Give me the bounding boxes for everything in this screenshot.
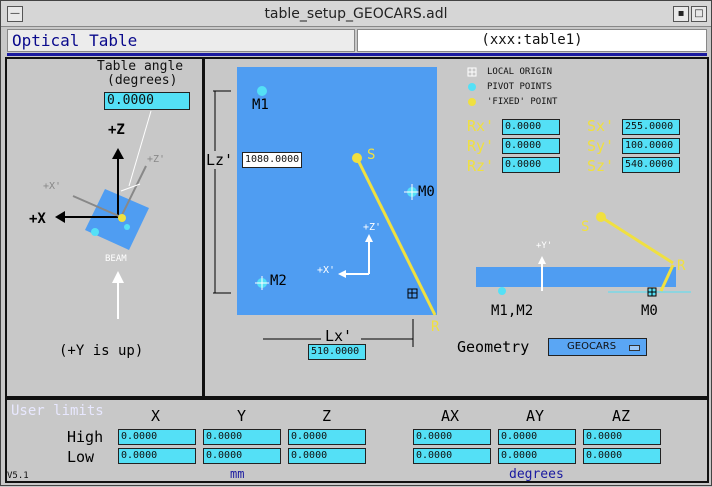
lz-field[interactable]: 1080.0000 (242, 152, 302, 168)
geometry-label: Geometry (457, 338, 530, 356)
m1-label: M1 (252, 97, 269, 113)
m2-label: M2 (270, 273, 287, 289)
sy-field[interactable]: 100.0000 (622, 138, 680, 154)
user-limits-title: User limits (11, 403, 104, 419)
s-label: S (367, 147, 376, 163)
rz-label: Rz' (467, 157, 495, 175)
legend-local-origin: LOCAL ORIGIN (487, 67, 553, 77)
unit-mm: mm (230, 467, 245, 481)
x-axis-arrow (55, 211, 65, 223)
angle-mark (120, 183, 141, 192)
lx-label: Lx' (325, 327, 353, 345)
side-m0-label: M0 (641, 303, 658, 319)
low-az-field[interactable]: 0.0000 (583, 448, 661, 464)
geometry-selected: GEOCARS (567, 341, 617, 352)
z-prime-arrow (365, 234, 373, 242)
sx-label: Sx' (587, 117, 615, 135)
high-y-field[interactable]: 0.0000 (203, 429, 281, 445)
legend-pivot-icon (468, 83, 476, 91)
sz-label: Sz' (587, 157, 615, 175)
angle-label-1: Table angle (97, 59, 184, 74)
sx-field[interactable]: 255.0000 (622, 119, 680, 135)
app-window: — table_setup_GEOCARS.adl ▪ □ Optical Ta… (0, 0, 712, 486)
version-label: V5.1 (7, 471, 29, 481)
col-az: AZ (612, 407, 631, 425)
left-pivot-1 (91, 228, 99, 236)
high-label: High (67, 428, 104, 446)
col-x: X (151, 407, 161, 425)
ry-field[interactable]: 0.0000 (502, 138, 560, 154)
angle-leader (128, 110, 152, 187)
rx-label: Rx' (467, 117, 495, 135)
side-s-label: S (581, 219, 590, 235)
plan-z-prime-label: +Z' (363, 222, 382, 233)
geometry-menu[interactable]: GEOCARS (548, 338, 647, 356)
r-label: R (431, 319, 440, 335)
left-pivot-2 (124, 224, 130, 230)
legend-fixed-icon (468, 98, 476, 106)
side-s-r-link (600, 215, 674, 265)
plan-x-prime-label: +X' (317, 265, 336, 276)
beam-arrow (112, 271, 124, 283)
rx-field[interactable]: 0.0000 (502, 119, 560, 135)
m1-pivot (257, 86, 267, 96)
angle-label-2: (degrees) (107, 73, 178, 88)
axis-z-prime-label: +Z' (147, 154, 166, 165)
s-fixed-point (352, 153, 362, 163)
axis-z-label: +Z (108, 122, 125, 138)
low-ax-field[interactable]: 0.0000 (413, 448, 491, 464)
left-fixed-point (118, 214, 126, 222)
m0-label: M0 (418, 184, 435, 200)
axis-x-prime-label: +X' (43, 181, 62, 192)
y-prime-arrow (538, 256, 546, 264)
table-angle-field[interactable]: 0.0000 (104, 92, 190, 110)
sy-label: Sy' (587, 137, 615, 155)
high-ax-field[interactable]: 0.0000 (413, 429, 491, 445)
low-y-field[interactable]: 0.0000 (203, 448, 281, 464)
col-y: Y (237, 407, 247, 425)
lx-field[interactable]: 510.0000 (308, 344, 366, 360)
x-prime-arrow (338, 270, 346, 278)
high-ay-field[interactable]: 0.0000 (498, 429, 576, 445)
unit-degrees: degrees (509, 467, 564, 482)
legend-pivot-points: PIVOT POINTS (487, 82, 553, 92)
low-x-field[interactable]: 0.0000 (118, 448, 196, 464)
side-r-m0-link (659, 264, 675, 292)
axis-x-label: +X (29, 211, 46, 227)
z-axis-arrow (112, 148, 124, 159)
side-m1m2-pivot (498, 287, 506, 295)
col-ax: AX (441, 407, 460, 425)
ry-label: Ry' (467, 137, 495, 155)
low-label: Low (67, 448, 95, 466)
side-m1m2-label: M1,M2 (491, 303, 534, 319)
side-r-label: R (677, 258, 686, 274)
beam-label: BEAM (105, 254, 127, 264)
lz-label: Lz' (206, 151, 234, 169)
low-z-field[interactable]: 0.0000 (288, 448, 366, 464)
col-ay: AY (526, 407, 545, 425)
rz-field[interactable]: 0.0000 (502, 157, 560, 173)
high-z-field[interactable]: 0.0000 (288, 429, 366, 445)
high-x-field[interactable]: 0.0000 (118, 429, 196, 445)
low-ay-field[interactable]: 0.0000 (498, 448, 576, 464)
side-s-point (596, 212, 606, 222)
side-y-prime-label: +Y' (536, 241, 553, 251)
y-up-note: (+Y is up) (59, 343, 144, 359)
menu-indicator-icon (629, 345, 640, 351)
col-z: Z (322, 407, 332, 425)
sz-field[interactable]: 540.0000 (622, 157, 680, 173)
high-az-field[interactable]: 0.0000 (583, 429, 661, 445)
legend-fixed-point: 'FIXED' POINT (487, 97, 558, 107)
